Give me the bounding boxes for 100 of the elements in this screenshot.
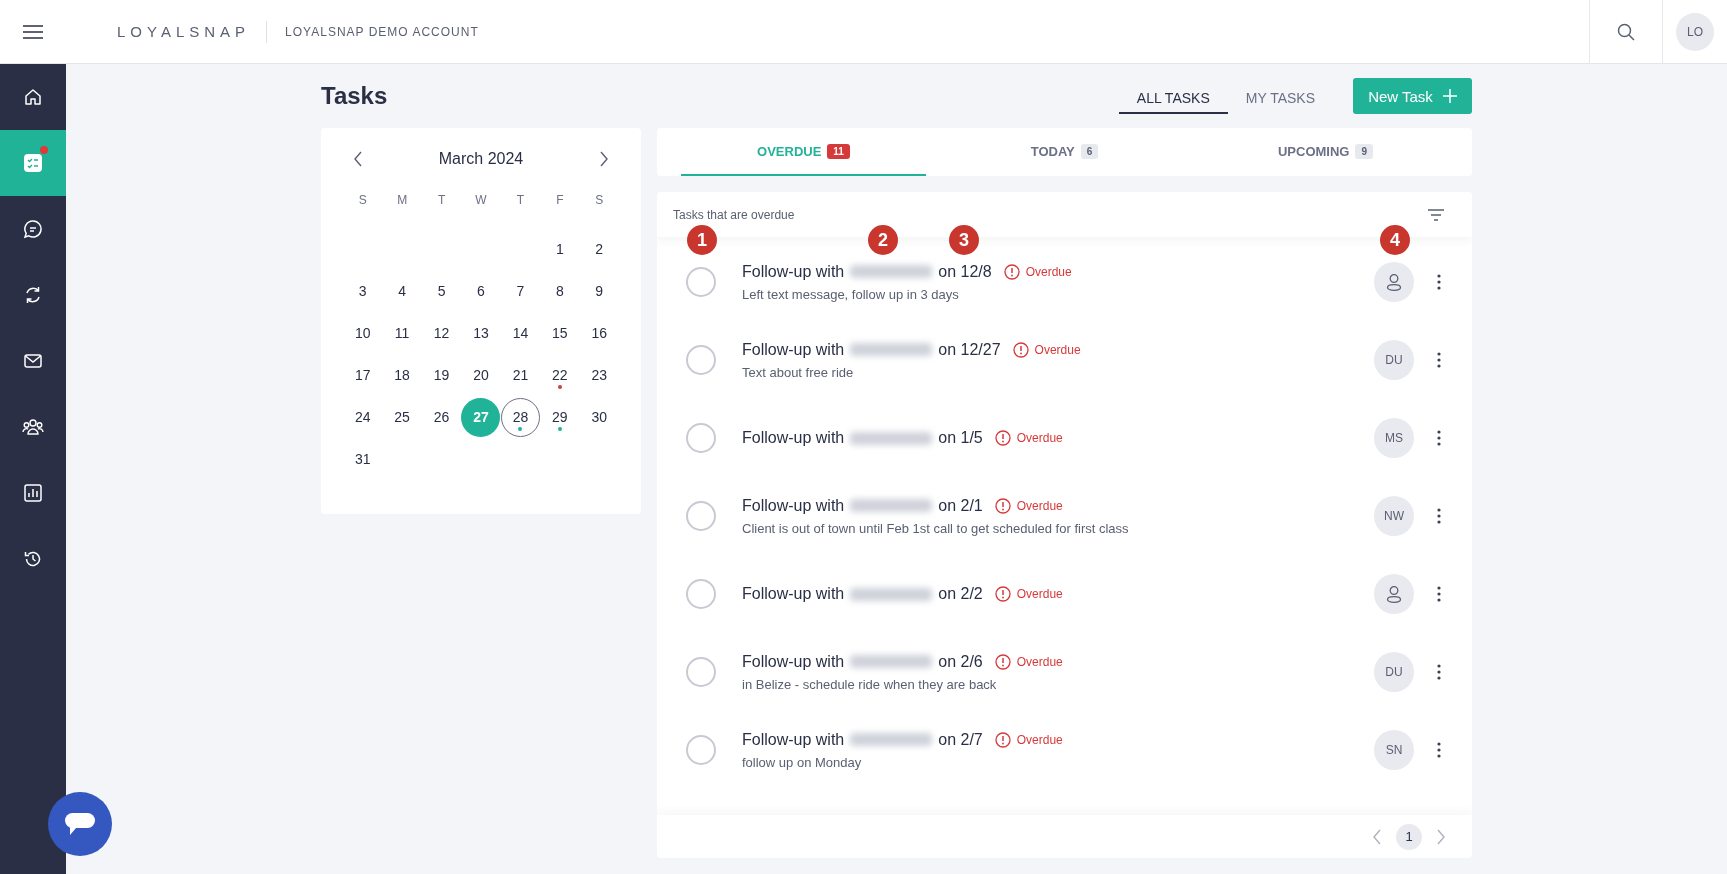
- calendar-day[interactable]: 31: [343, 439, 383, 479]
- task-title: Follow-up with: [742, 652, 845, 671]
- page-title: Tasks: [321, 82, 388, 110]
- task-title: Follow-up with: [742, 340, 845, 359]
- calendar-day[interactable]: 17: [343, 355, 383, 395]
- previous-month-icon[interactable]: [353, 151, 363, 167]
- assignee-avatar[interactable]: SN: [1374, 730, 1414, 770]
- annotation-marker: 2: [868, 225, 898, 255]
- task-status: Overdue: [1016, 587, 1063, 601]
- filter-icon[interactable]: [1428, 208, 1444, 221]
- task-checkbox[interactable]: [686, 423, 716, 453]
- tab-label: UPCOMING: [1277, 143, 1350, 159]
- task-date: on 12/8: [938, 262, 992, 281]
- calendar-day[interactable]: 1: [540, 229, 580, 269]
- more-icon[interactable]: [1437, 742, 1441, 758]
- task-checkbox[interactable]: [686, 579, 716, 609]
- task-date: on 12/27: [938, 340, 1001, 359]
- list-heading: Tasks that are overdue: [673, 207, 795, 222]
- calendar-day[interactable]: 24: [343, 397, 383, 437]
- task-date: on 2/2: [938, 585, 983, 603]
- calendar-day[interactable]: 12: [422, 313, 462, 353]
- more-icon[interactable]: [1437, 508, 1441, 524]
- plus-icon: [1442, 89, 1457, 103]
- count-badge: 9: [1355, 143, 1374, 159]
- calendar-day[interactable]: 29: [540, 397, 580, 437]
- task-note: Client is out of town until Feb 1st call to get scheduled for first class: [742, 520, 1130, 536]
- history-icon: [23, 549, 43, 569]
- annotation-marker: 3: [949, 225, 979, 255]
- calendar-day[interactable]: 10: [343, 313, 383, 353]
- calendar-day[interactable]: 30: [579, 397, 619, 437]
- alert-icon: [1003, 263, 1020, 280]
- weekday-label: S: [594, 192, 605, 209]
- calendar-day[interactable]: 3: [343, 271, 383, 311]
- more-icon[interactable]: [1437, 274, 1441, 290]
- task-tab[interactable]: UPCOMING 9: [1203, 128, 1448, 176]
- home-icon: [23, 87, 43, 107]
- calendar-day[interactable]: 19: [422, 355, 462, 395]
- calendar-day[interactable]: 25: [382, 397, 422, 437]
- calendar-day[interactable]: 14: [500, 313, 540, 353]
- weekday-label: W: [474, 192, 488, 209]
- task-checkbox[interactable]: [686, 501, 716, 531]
- more-icon[interactable]: [1437, 352, 1441, 368]
- calendar-day[interactable]: 4: [382, 271, 422, 311]
- calendar-day[interactable]: 11: [382, 313, 422, 353]
- more-icon[interactable]: [1437, 586, 1441, 602]
- task-date: on 2/7: [938, 730, 983, 749]
- view-tab[interactable]: ALL TASKS: [1118, 78, 1228, 114]
- calendar-day[interactable]: 23: [579, 355, 619, 395]
- task-checkbox[interactable]: [686, 657, 716, 687]
- task-tab[interactable]: OVERDUE 11: [681, 128, 926, 176]
- view-tab[interactable]: MY TASKS: [1227, 78, 1333, 114]
- task-title: Follow-up with: [742, 262, 845, 281]
- task-status: Overdue: [1016, 732, 1063, 747]
- menu-icon[interactable]: [23, 24, 43, 39]
- task-checkbox[interactable]: [686, 267, 716, 297]
- calendar-day[interactable]: 15: [540, 313, 580, 353]
- calendar-day[interactable]: 9: [579, 271, 619, 311]
- task-checkbox[interactable]: [686, 345, 716, 375]
- task-title: Follow-up with: [742, 496, 845, 515]
- mail-icon: [23, 351, 43, 371]
- calendar-day[interactable]: 13: [461, 313, 501, 353]
- assignee-avatar[interactable]: DU: [1374, 340, 1414, 380]
- tab-label: OVERDUE: [757, 143, 822, 159]
- assignee-avatar[interactable]: [1374, 574, 1414, 614]
- person-icon: [1385, 273, 1403, 291]
- calendar-day[interactable]: 26: [422, 397, 462, 437]
- alert-icon: [994, 497, 1011, 514]
- calendar-day[interactable]: 21: [500, 355, 540, 395]
- assignee-avatar[interactable]: MS: [1374, 418, 1414, 458]
- calendar-day[interactable]: 20: [461, 355, 501, 395]
- calendar-day[interactable]: 8: [540, 271, 580, 311]
- speech-bubble-icon: [64, 812, 96, 836]
- next-month-icon[interactable]: [599, 151, 609, 167]
- calendar-day[interactable]: 2: [579, 229, 619, 269]
- task-date: on 2/1: [938, 496, 983, 515]
- checklist-icon: [23, 153, 43, 173]
- task-status: Overdue: [1034, 342, 1081, 357]
- task-date: on 1/5: [938, 429, 983, 447]
- task-tab[interactable]: TODAY 6: [942, 128, 1187, 176]
- weekday-label: T: [436, 192, 447, 209]
- page-number[interactable]: 1: [1396, 823, 1422, 850]
- calendar-day[interactable]: 6: [461, 271, 501, 311]
- assignee-avatar[interactable]: DU: [1374, 652, 1414, 692]
- task-checkbox[interactable]: [686, 735, 716, 765]
- user-avatar[interactable]: LO: [1676, 12, 1714, 51]
- calendar-day[interactable]: 22: [540, 355, 580, 395]
- calendar-day[interactable]: 7: [500, 271, 540, 311]
- count-badge: 6: [1080, 143, 1099, 159]
- more-icon[interactable]: [1437, 430, 1441, 446]
- alert-icon: [994, 430, 1011, 446]
- assignee-avatar[interactable]: NW: [1374, 496, 1414, 536]
- calendar-day[interactable]: 16: [579, 313, 619, 353]
- people-icon: [22, 417, 44, 437]
- search-icon[interactable]: [1617, 22, 1635, 41]
- calendar-day[interactable]: 5: [422, 271, 462, 311]
- task-status: Overdue: [1016, 654, 1063, 669]
- task-status: Overdue: [1016, 498, 1063, 513]
- calendar-day[interactable]: 18: [382, 355, 422, 395]
- assignee-avatar[interactable]: [1374, 262, 1414, 302]
- more-icon[interactable]: [1437, 664, 1441, 680]
